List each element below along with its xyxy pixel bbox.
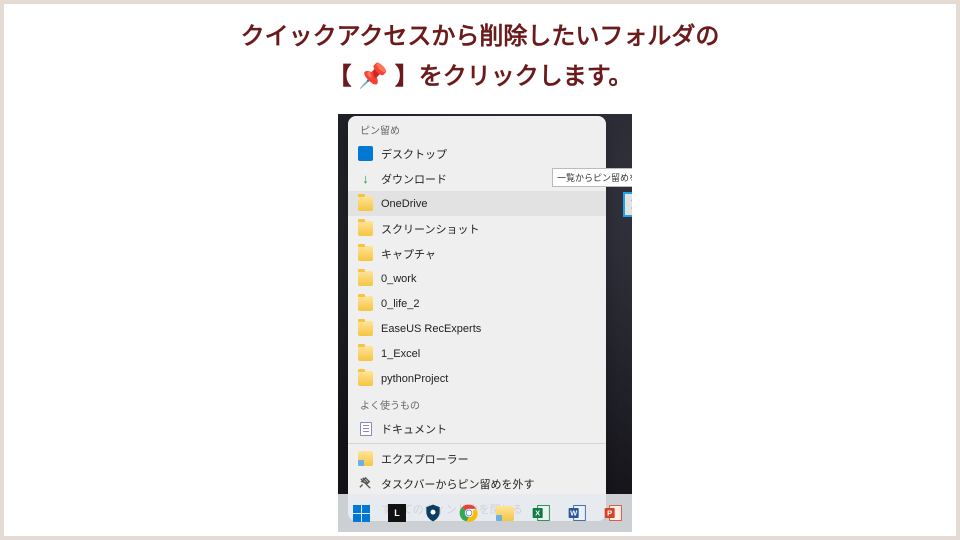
pinned-item-capture[interactable]: キャプチャ (348, 241, 606, 266)
taskbar-app-chrome[interactable] (452, 497, 486, 529)
folder-icon (358, 371, 373, 386)
unpin-from-list-button[interactable] (623, 192, 632, 217)
folder-icon (358, 246, 373, 261)
taskbar-app-unknown[interactable]: L (380, 497, 414, 529)
desktop-screenshot: ピン留め デスクトップ ↓ ダウンロード OneDrive スクリーンショット … (338, 114, 632, 532)
action-explorer[interactable]: エクスプローラー (348, 446, 606, 471)
pinned-item-0work[interactable]: 0_work (348, 266, 606, 291)
unpin-tooltip: 一覧からピン留めを外 (552, 168, 632, 187)
explorer-icon (496, 506, 514, 521)
instruction-text: クイックアクセスから削除したいフォルダの 【 📌 】をクリックします。 (4, 18, 956, 97)
pushpin-icon: 📌 (358, 63, 388, 90)
word-icon: W (567, 503, 587, 523)
taskbar-app-security[interactable] (416, 497, 450, 529)
svg-text:W: W (570, 509, 578, 518)
pinned-item-desktop[interactable]: デスクトップ (348, 141, 606, 166)
pinned-section-header: ピン留め (348, 116, 606, 141)
desktop-icon (358, 146, 373, 161)
app-icon: L (388, 504, 406, 522)
download-icon: ↓ (358, 171, 373, 186)
divider (348, 443, 606, 444)
taskbar-app-excel[interactable]: X (524, 497, 558, 529)
excel-icon: X (531, 503, 551, 523)
powerpoint-icon: P (603, 503, 623, 523)
start-button[interactable] (344, 497, 378, 529)
canvas: クイックアクセスから削除したいフォルダの 【 📌 】をクリックします。 ピン留め… (4, 4, 956, 536)
windows-logo-icon (353, 505, 370, 522)
pinned-item-onedrive[interactable]: OneDrive (348, 191, 606, 216)
instruction-line1: クイックアクセスから削除したいフォルダの (4, 18, 956, 56)
svg-text:P: P (607, 509, 612, 518)
frequent-section-header: よく使うもの (348, 391, 606, 416)
pinned-item-easeus[interactable]: EaseUS RecExperts (348, 316, 606, 341)
document-icon (358, 421, 373, 436)
explorer-icon (358, 451, 373, 466)
folder-icon (358, 221, 373, 236)
pinned-item-0life2[interactable]: 0_life_2 (348, 291, 606, 316)
folder-icon (358, 271, 373, 286)
svg-text:X: X (535, 509, 540, 518)
chrome-icon (459, 503, 479, 523)
shield-icon (423, 503, 443, 523)
taskbar: L X W P (338, 494, 632, 532)
folder-icon (358, 296, 373, 311)
unpin-icon (358, 476, 373, 491)
folder-icon (358, 346, 373, 361)
action-unpin-taskbar[interactable]: タスクバーからピン留めを外す (348, 471, 606, 496)
instruction-line2: 【 📌 】をクリックします。 (4, 58, 956, 96)
taskbar-app-powerpoint[interactable]: P (596, 497, 630, 529)
pinned-item-1excel[interactable]: 1_Excel (348, 341, 606, 366)
pinned-item-screenshot[interactable]: スクリーンショット (348, 216, 606, 241)
pinned-item-pythonproject[interactable]: pythonProject (348, 366, 606, 391)
folder-icon (358, 321, 373, 336)
folder-icon (358, 196, 373, 211)
taskbar-app-explorer[interactable] (488, 497, 522, 529)
frequent-item-documents[interactable]: ドキュメント (348, 416, 606, 441)
taskbar-app-word[interactable]: W (560, 497, 594, 529)
